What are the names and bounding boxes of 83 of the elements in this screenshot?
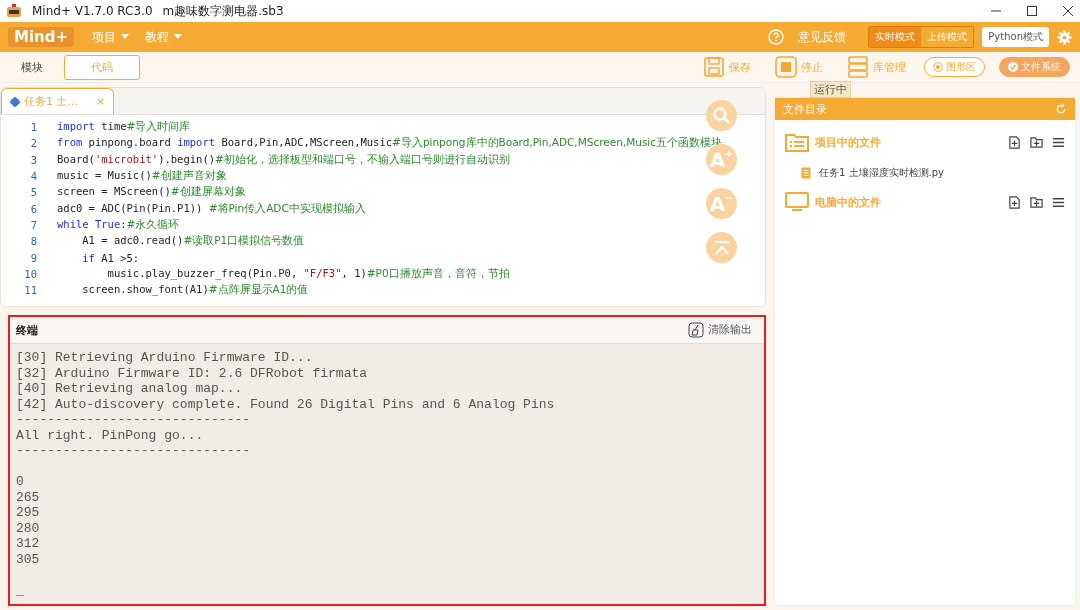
view-tab[interactable]: 代码 [64, 54, 140, 80]
maximize-icon[interactable] [1026, 5, 1038, 17]
view-toggle[interactable]: 图形区 [924, 57, 985, 77]
help-icon [768, 29, 785, 45]
terminal-line: 312 [16, 536, 40, 551]
code-line: screen.show_font(A1)#点阵屏显示A1的值 [81, 283, 309, 298]
menu-item[interactable]: 项目 [88, 26, 134, 48]
view-tab[interactable]: 模块 [4, 54, 60, 80]
section-title: 电脑中的文件 [815, 194, 881, 210]
file-item[interactable]: 任务1 土壤湿度实时检测.py [785, 152, 1065, 180]
new-file-icon[interactable] [1008, 135, 1021, 149]
line-number: 4 [29, 170, 38, 183]
tooltip: 运行中 [810, 81, 851, 98]
toolbar-button[interactable]: 停止 [769, 55, 829, 79]
terminal-line: [40] Retrieving analog map... [16, 381, 243, 396]
python-icon [10, 96, 20, 107]
line-number: 1 [29, 121, 38, 134]
code-line: if A1 >5: [81, 251, 140, 264]
check-circle-icon [1008, 62, 1018, 72]
line-number: 6 [29, 202, 38, 215]
menu-icon[interactable] [1052, 195, 1065, 209]
terminal-line: 265 [16, 489, 40, 505]
terminal-line: [30] Retrieving Arduino Firmware ID... [16, 350, 313, 365]
terminal-line: 295 [16, 505, 40, 520]
line-number: 8 [29, 235, 38, 248]
terminal-line: ------------------------------ [16, 412, 251, 427]
terminal-line: 305 [16, 551, 40, 567]
file-tab[interactable]: 任务1 土... × [1, 88, 115, 114]
terminal-line: _ [16, 582, 24, 598]
plus-icon [725, 150, 734, 158]
python-mode-toggle[interactable]: Python模式 [982, 27, 1049, 47]
monitor-icon [785, 192, 809, 212]
menu-icon[interactable] [1052, 135, 1065, 149]
panel-title: 文件目录 [783, 101, 827, 117]
section-title: 项目中的文件 [815, 134, 881, 150]
new-file-icon[interactable] [1008, 195, 1021, 209]
line-number: 9 [29, 251, 38, 264]
code-line: import time#导入时间库 [57, 120, 191, 135]
view-toggle[interactable]: 文件系统 [999, 57, 1070, 77]
code-line: music = Music()#创建声音对象 [57, 169, 227, 184]
new-folder-icon[interactable] [1030, 135, 1043, 149]
terminal-line: All right. PinPong go... [16, 427, 204, 443]
feedback-button[interactable]: 意见反馈 [792, 27, 853, 47]
caret-icon [121, 34, 130, 40]
file-name: m趣味数字测电器.sb3 [162, 2, 284, 20]
app-icon [6, 4, 22, 18]
code-line: Board('microbit').begin()#初始化，选择板型和端口号，不输入端口号则进行自动识别 [57, 152, 510, 167]
code-line: screen = MScreen()#创建屏幕对象 [57, 185, 246, 200]
clear-output-button[interactable]: 清除输出 [682, 321, 758, 339]
stop-icon [775, 56, 797, 78]
font-smaller-button[interactable]: A [706, 188, 737, 219]
code-line: adc0 = ADC(Pin(Pin.P1)) #将Pin传入ADC中实现模拟输入 [57, 201, 366, 216]
line-number: 2 [29, 137, 38, 150]
line-number: 3 [29, 153, 38, 166]
close-icon[interactable] [1062, 5, 1074, 17]
code-line: A1 = adc0.read()#读取P1口模拟信号数值 [81, 234, 305, 249]
line-number: 5 [29, 186, 38, 199]
terminal-line: 280 [16, 520, 40, 536]
broom-icon [688, 322, 704, 338]
search-icon [711, 105, 732, 126]
caret-icon [174, 34, 183, 40]
terminal-title: 终端 [16, 322, 38, 338]
line-number: 10 [23, 267, 38, 280]
code-line: while True:#永久循环 [57, 217, 180, 232]
radio-icon [933, 62, 943, 72]
line-number: 7 [29, 218, 38, 231]
toolbar-button[interactable]: 库管理 [841, 55, 912, 79]
toolbar-button[interactable]: 保存 [697, 55, 757, 79]
document-icon [801, 167, 811, 179]
code-line: music.play_buzzer_freq(Pin.P0, "F/F3", 1)#P0口播放声音，音符，节拍 [106, 266, 510, 281]
terminal-line: [32] Arduino Firmware ID: 2.6 DFRobot firmata [16, 365, 368, 381]
folder-icon [785, 132, 809, 152]
minus-icon [725, 194, 734, 202]
window-title: Mind+ V1.7.0 RC3.0 [32, 4, 153, 18]
server-stack-icon [847, 56, 869, 78]
terminal-line: [42] Auto-discovery complete. Found 26 Digital Pins and 6 Analog Pins [16, 396, 555, 412]
logo: Mind+ [8, 27, 75, 47]
terminal-line: ------------------------------ [16, 443, 251, 458]
mode-tab[interactable]: 实时模式 [869, 27, 922, 47]
new-folder-icon[interactable] [1030, 195, 1043, 209]
line-number: 11 [23, 284, 38, 297]
terminal-line: 0 [16, 474, 24, 489]
menu-item[interactable]: 教程 [141, 26, 187, 48]
